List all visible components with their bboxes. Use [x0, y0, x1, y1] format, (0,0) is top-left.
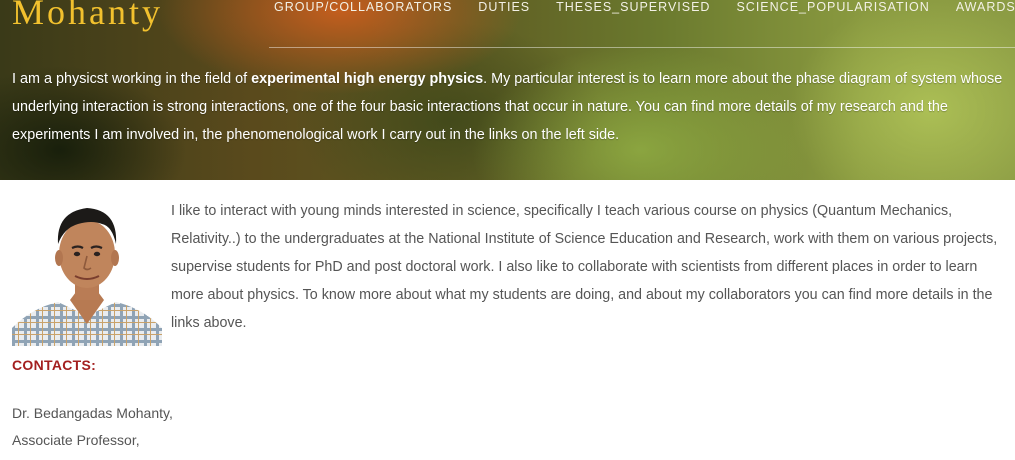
- intro-paragraph: I am a physicst working in the field of …: [12, 65, 1012, 149]
- contacts-heading: CONTACTS:: [12, 357, 97, 373]
- nav-divider: [269, 47, 1015, 48]
- nav-duties[interactable]: DUTIES: [478, 0, 530, 16]
- intro-text-before: I am a physicst working in the field of: [12, 71, 252, 87]
- nav-awards[interactable]: AWARDS: [956, 0, 1015, 16]
- nav-group-collaborators[interactable]: GROUP/COLLABORATORS: [274, 0, 452, 16]
- top-nav: GROUP/COLLABORATORS DUTIES THESES_SUPERV…: [274, 0, 1015, 16]
- bio-paragraph: I like to interact with young minds inte…: [171, 203, 998, 331]
- nav-science-popularisation[interactable]: SCIENCE_POPULARISATION: [736, 0, 929, 16]
- contact-title: Associate Professor,: [12, 432, 140, 448]
- intro-highlight: experimental high energy physics: [251, 71, 484, 87]
- contact-name: Dr. Bedangadas Mohanty,: [12, 405, 173, 421]
- profile-photo: [12, 196, 162, 346]
- hero-banner: Mohanty GROUP/COLLABORATORS DUTIES THESE…: [0, 0, 1015, 180]
- nav-theses-supervised[interactable]: THESES_SUPERVISED: [556, 0, 710, 16]
- site-brand[interactable]: Mohanty: [12, 0, 163, 33]
- profile-photo-illustration: [12, 196, 162, 346]
